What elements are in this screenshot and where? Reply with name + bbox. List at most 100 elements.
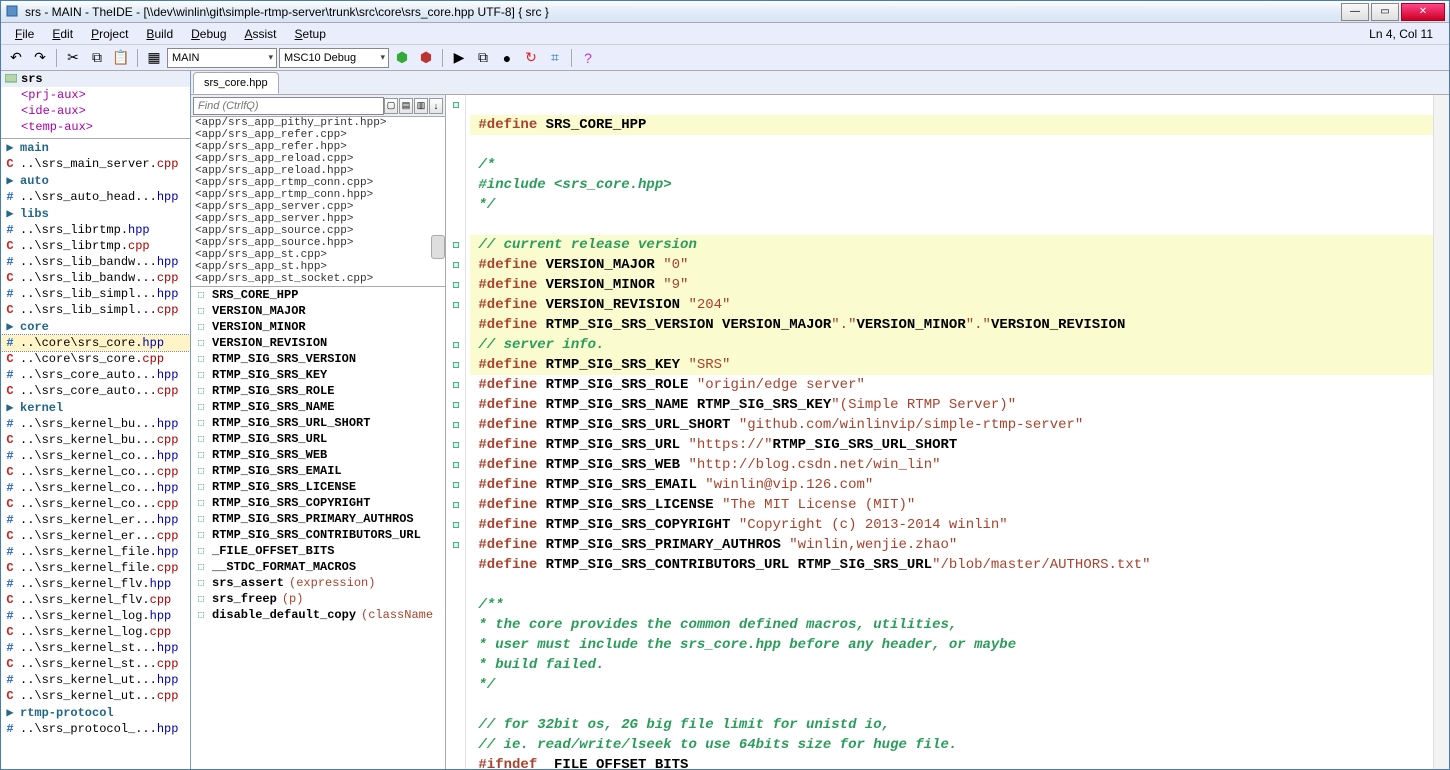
cut-button[interactable]: ✂	[62, 47, 84, 69]
find-opt1[interactable]: ▢	[384, 98, 398, 114]
file-list[interactable]: ▶mainC..\srs_main_server.cpp▶auto#..\srs…	[1, 139, 190, 769]
file-item[interactable]: #..\srs_kernel_log.hpp	[1, 608, 190, 624]
prj-aux-item[interactable]: <prj-aux>	[1, 87, 190, 103]
symbol-item[interactable]: ⬚RTMP_SIG_SRS_COPYRIGHT	[191, 495, 445, 511]
redo-button[interactable]: ↷	[29, 47, 51, 69]
code-editor[interactable]: #define SRS_CORE_HPP /* #include <srs_co…	[446, 95, 1449, 769]
file-item[interactable]: #..\srs_kernel_st...hpp	[1, 640, 190, 656]
file-item[interactable]: C..\srs_kernel_flv.cpp	[1, 592, 190, 608]
include-item[interactable]: <app/srs_app_pithy_print.hpp>	[191, 117, 445, 129]
symbol-item[interactable]: ⬚RTMP_SIG_SRS_ROLE	[191, 383, 445, 399]
include-list[interactable]: <app/srs_app_pithy_print.hpp><app/srs_ap…	[191, 117, 445, 287]
maximize-button[interactable]: ▭	[1371, 3, 1399, 21]
include-item[interactable]: <app/srs_app_rtmp_conn.cpp>	[191, 177, 445, 189]
file-item[interactable]: C..\srs_kernel_er...cpp	[1, 528, 190, 544]
file-item[interactable]: #..\srs_protocol_...hpp	[1, 721, 190, 737]
stop-button[interactable]: ●	[496, 47, 518, 69]
file-item[interactable]: C..\srs_kernel_st...cpp	[1, 656, 190, 672]
file-item[interactable]: C..\srs_kernel_ut...cpp	[1, 688, 190, 704]
symbol-item[interactable]: ⬚VERSION_REVISION	[191, 335, 445, 351]
run-button[interactable]: ▶	[448, 47, 470, 69]
include-item[interactable]: <app/srs_app_reload.hpp>	[191, 165, 445, 177]
paste-button[interactable]: 📋	[110, 47, 132, 69]
include-item[interactable]: <app/srs_app_refer.hpp>	[191, 141, 445, 153]
minimize-button[interactable]: —	[1341, 3, 1369, 21]
include-item[interactable]: <app/srs_app_server.cpp>	[191, 201, 445, 213]
include-item[interactable]: <app/srs_app_rtmp_conn.hpp>	[191, 189, 445, 201]
package-name[interactable]: srs	[1, 71, 190, 87]
symbol-item[interactable]: ⬚RTMP_SIG_SRS_LICENSE	[191, 479, 445, 495]
menu-file[interactable]: File	[7, 25, 42, 43]
menu-build[interactable]: Build	[138, 25, 181, 43]
symbol-item[interactable]: ⬚_FILE_OFFSET_BITS	[191, 543, 445, 559]
code-content[interactable]: #define SRS_CORE_HPP /* #include <srs_co…	[446, 95, 1449, 769]
file-item[interactable]: C..\srs_main_server.cpp	[1, 156, 190, 172]
rebuild-button[interactable]: ↻	[520, 47, 542, 69]
file-item[interactable]: C..\srs_kernel_log.cpp	[1, 624, 190, 640]
temp-aux-item[interactable]: <temp-aux>	[1, 119, 190, 135]
file-item[interactable]: #..\srs_auto_head...hpp	[1, 189, 190, 205]
file-item[interactable]: #..\srs_lib_bandw...hpp	[1, 254, 190, 270]
menu-edit[interactable]: Edit	[44, 25, 81, 43]
file-item[interactable]: #..\srs_core_auto...hpp	[1, 367, 190, 383]
menu-debug[interactable]: Debug	[183, 25, 234, 43]
scrollbar-thumb[interactable]	[431, 235, 445, 259]
symbol-item[interactable]: ⬚srs_assert(expression)	[191, 575, 445, 591]
file-item[interactable]: C..\srs_lib_simpl...cpp	[1, 302, 190, 318]
file-item[interactable]: C..\srs_core_auto...cpp	[1, 383, 190, 399]
symbol-item[interactable]: ⬚VERSION_MINOR	[191, 319, 445, 335]
help-button[interactable]: ?	[577, 47, 599, 69]
build-all-button[interactable]: ⬢	[415, 47, 437, 69]
file-item[interactable]: C..\srs_librtmp.cpp	[1, 238, 190, 254]
file-item[interactable]: #..\core\srs_core.hpp	[1, 335, 190, 351]
ide-aux-item[interactable]: <ide-aux>	[1, 103, 190, 119]
file-item[interactable]: #..\srs_kernel_co...hpp	[1, 480, 190, 496]
file-item[interactable]: #..\srs_lib_simpl...hpp	[1, 286, 190, 302]
find-opt3[interactable]: ▥	[414, 98, 428, 114]
symbol-item[interactable]: ⬚RTMP_SIG_SRS_CONTRIBUTORS_URL	[191, 527, 445, 543]
folder-item[interactable]: ▶main	[1, 139, 190, 156]
include-item[interactable]: <app/srs_app_st.cpp>	[191, 249, 445, 261]
symbol-item[interactable]: ⬚RTMP_SIG_SRS_PRIMARY_AUTHROS	[191, 511, 445, 527]
symbol-list[interactable]: ⬚SRS_CORE_HPP⬚VERSION_MAJOR⬚VERSION_MINO…	[191, 287, 445, 769]
package-button[interactable]: ▦	[143, 47, 165, 69]
symbol-item[interactable]: ⬚RTMP_SIG_SRS_VERSION	[191, 351, 445, 367]
include-item[interactable]: <app/srs_app_reload.cpp>	[191, 153, 445, 165]
menu-project[interactable]: Project	[83, 25, 136, 43]
file-item[interactable]: #..\srs_kernel_flv.hpp	[1, 576, 190, 592]
include-item[interactable]: <app/srs_app_st_socket.cpp>	[191, 273, 445, 285]
symbol-item[interactable]: ⬚SRS_CORE_HPP	[191, 287, 445, 303]
file-item[interactable]: #..\srs_librtmp.hpp	[1, 222, 190, 238]
symbol-item[interactable]: ⬚srs_freep(p)	[191, 591, 445, 607]
folder-item[interactable]: ▶rtmp-protocol	[1, 704, 190, 721]
tab-srs-core-hpp[interactable]: srs_core.hpp	[193, 72, 279, 94]
find-opt2[interactable]: ▤	[399, 98, 413, 114]
file-item[interactable]: #..\srs_kernel_er...hpp	[1, 512, 190, 528]
symbol-item[interactable]: ⬚RTMP_SIG_SRS_EMAIL	[191, 463, 445, 479]
symbol-item[interactable]: ⬚__STDC_FORMAT_MACROS	[191, 559, 445, 575]
symbol-item[interactable]: ⬚RTMP_SIG_SRS_URL_SHORT	[191, 415, 445, 431]
symbol-item[interactable]: ⬚RTMP_SIG_SRS_URL	[191, 431, 445, 447]
main-combo[interactable]: MAIN	[167, 48, 277, 68]
grid-icon[interactable]: ⌗	[544, 47, 566, 69]
file-item[interactable]: #..\srs_kernel_co...hpp	[1, 448, 190, 464]
symbol-item[interactable]: ⬚RTMP_SIG_SRS_NAME	[191, 399, 445, 415]
file-item[interactable]: C..\srs_kernel_file.cpp	[1, 560, 190, 576]
file-item[interactable]: C..\srs_kernel_bu...cpp	[1, 432, 190, 448]
include-item[interactable]: <app/srs_app_source.cpp>	[191, 225, 445, 237]
editor-scrollbar[interactable]	[1433, 95, 1449, 769]
include-item[interactable]: <app/srs_app_st.hpp>	[191, 261, 445, 273]
folder-item[interactable]: ▶core	[1, 318, 190, 335]
symbol-item[interactable]: ⬚VERSION_MAJOR	[191, 303, 445, 319]
include-item[interactable]: <app/srs_app_source.hpp>	[191, 237, 445, 249]
folder-item[interactable]: ▶auto	[1, 172, 190, 189]
file-item[interactable]: #..\srs_kernel_file.hpp	[1, 544, 190, 560]
include-item[interactable]: <app/srs_app_refer.cpp>	[191, 129, 445, 141]
include-item[interactable]: <app/srs_app_server.hpp>	[191, 213, 445, 225]
menu-setup[interactable]: Setup	[287, 25, 334, 43]
undo-button[interactable]: ↶	[5, 47, 27, 69]
close-button[interactable]: ✕	[1401, 3, 1445, 21]
copy-button[interactable]: ⧉	[86, 47, 108, 69]
symbol-item[interactable]: ⬚RTMP_SIG_SRS_WEB	[191, 447, 445, 463]
config-combo[interactable]: MSC10 Debug	[279, 48, 389, 68]
